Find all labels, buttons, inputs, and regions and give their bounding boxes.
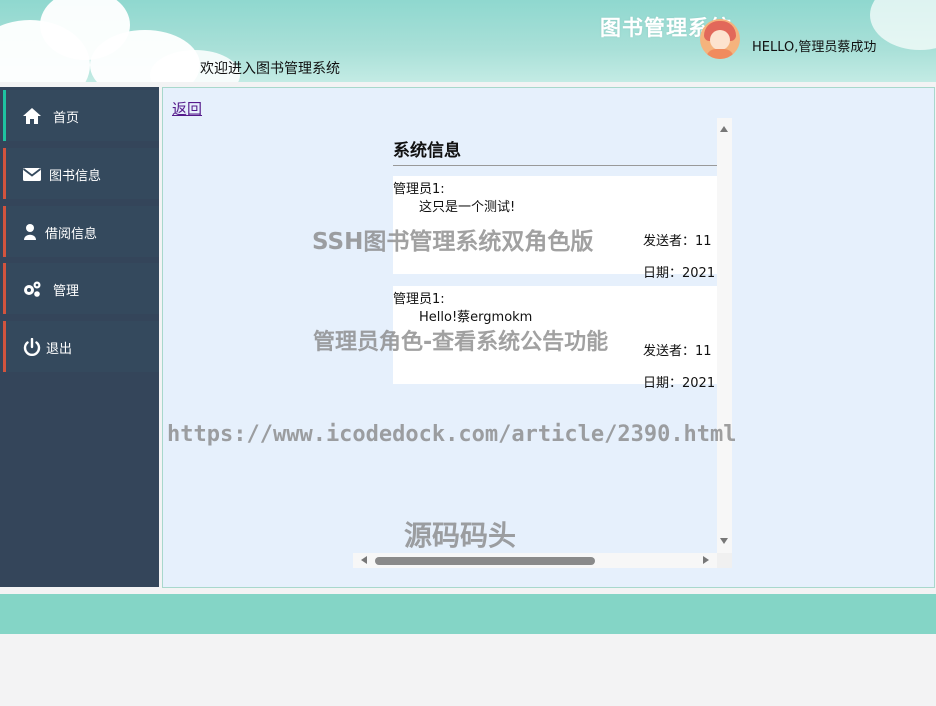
sidebar-item-label: 借阅信息 (45, 227, 98, 242)
sidebar-item-label: 图书信息 (49, 169, 102, 184)
panel-title: 系统信息 (393, 141, 461, 161)
scrollbar-corner (717, 553, 732, 568)
notice-sender: 发送者：11 (643, 344, 712, 359)
back-link[interactable]: 返回 (172, 98, 202, 119)
scroll-left-icon[interactable] (361, 556, 367, 564)
sidebar-item-borrow[interactable]: 借阅信息 (3, 206, 159, 257)
user-icon (24, 224, 36, 240)
notice-date: 日期：2021 (643, 376, 716, 391)
notice-body: 这只是一个测试! (419, 200, 516, 215)
notice-author: 管理员1: (393, 292, 445, 307)
notice-author: 管理员1: (393, 182, 445, 197)
scroll-down-icon[interactable] (720, 538, 728, 544)
notice-date: 日期：2021 (643, 266, 716, 281)
horizontal-scrollbar[interactable] (353, 553, 717, 568)
sidebar-item-label: 首页 (53, 111, 80, 126)
sidebar-item-manage[interactable]: 管理 (3, 263, 159, 314)
scroll-up-icon[interactable] (720, 126, 728, 132)
sidebar: 首页 图书信息 借阅信息 管理 退出 (0, 87, 159, 587)
user-greeting: HELLO,管理员蔡成功 (752, 40, 877, 55)
gears-icon (24, 281, 41, 297)
title-divider (393, 165, 717, 166)
notice-sender: 发送者：11 (643, 234, 712, 249)
watermark-text: 管理员角色-查看系统公告功能 (313, 330, 609, 355)
vertical-scrollbar[interactable] (717, 118, 732, 553)
sidebar-item-label: 退出 (46, 342, 73, 357)
scroll-thumb[interactable] (375, 557, 595, 565)
sidebar-item-label: 管理 (53, 284, 80, 299)
watermark-url: https://www.icodedock.com/article/2390.h… (167, 422, 737, 447)
scroll-right-icon[interactable] (703, 556, 709, 564)
header: 图书管理系统 欢迎进入图书管理系统 HELLO,管理员蔡成功 (0, 0, 936, 82)
notice-body: Hello!蔡ergmokm (419, 310, 533, 325)
avatar (700, 19, 740, 59)
watermark-text: SSH图书管理系统双角色版 (312, 229, 594, 255)
home-icon (23, 108, 41, 124)
sidebar-item-logout[interactable]: 退出 (3, 321, 159, 372)
watermark-text: 源码码头 (404, 519, 517, 552)
sidebar-item-home[interactable]: 首页 (3, 90, 159, 141)
welcome-text: 欢迎进入图书管理系统 (200, 61, 340, 77)
power-icon (23, 338, 41, 356)
footer-bar (0, 594, 936, 634)
envelope-icon (22, 168, 42, 181)
sidebar-item-books[interactable]: 图书信息 (3, 148, 159, 199)
cloud-decoration (870, 0, 936, 50)
